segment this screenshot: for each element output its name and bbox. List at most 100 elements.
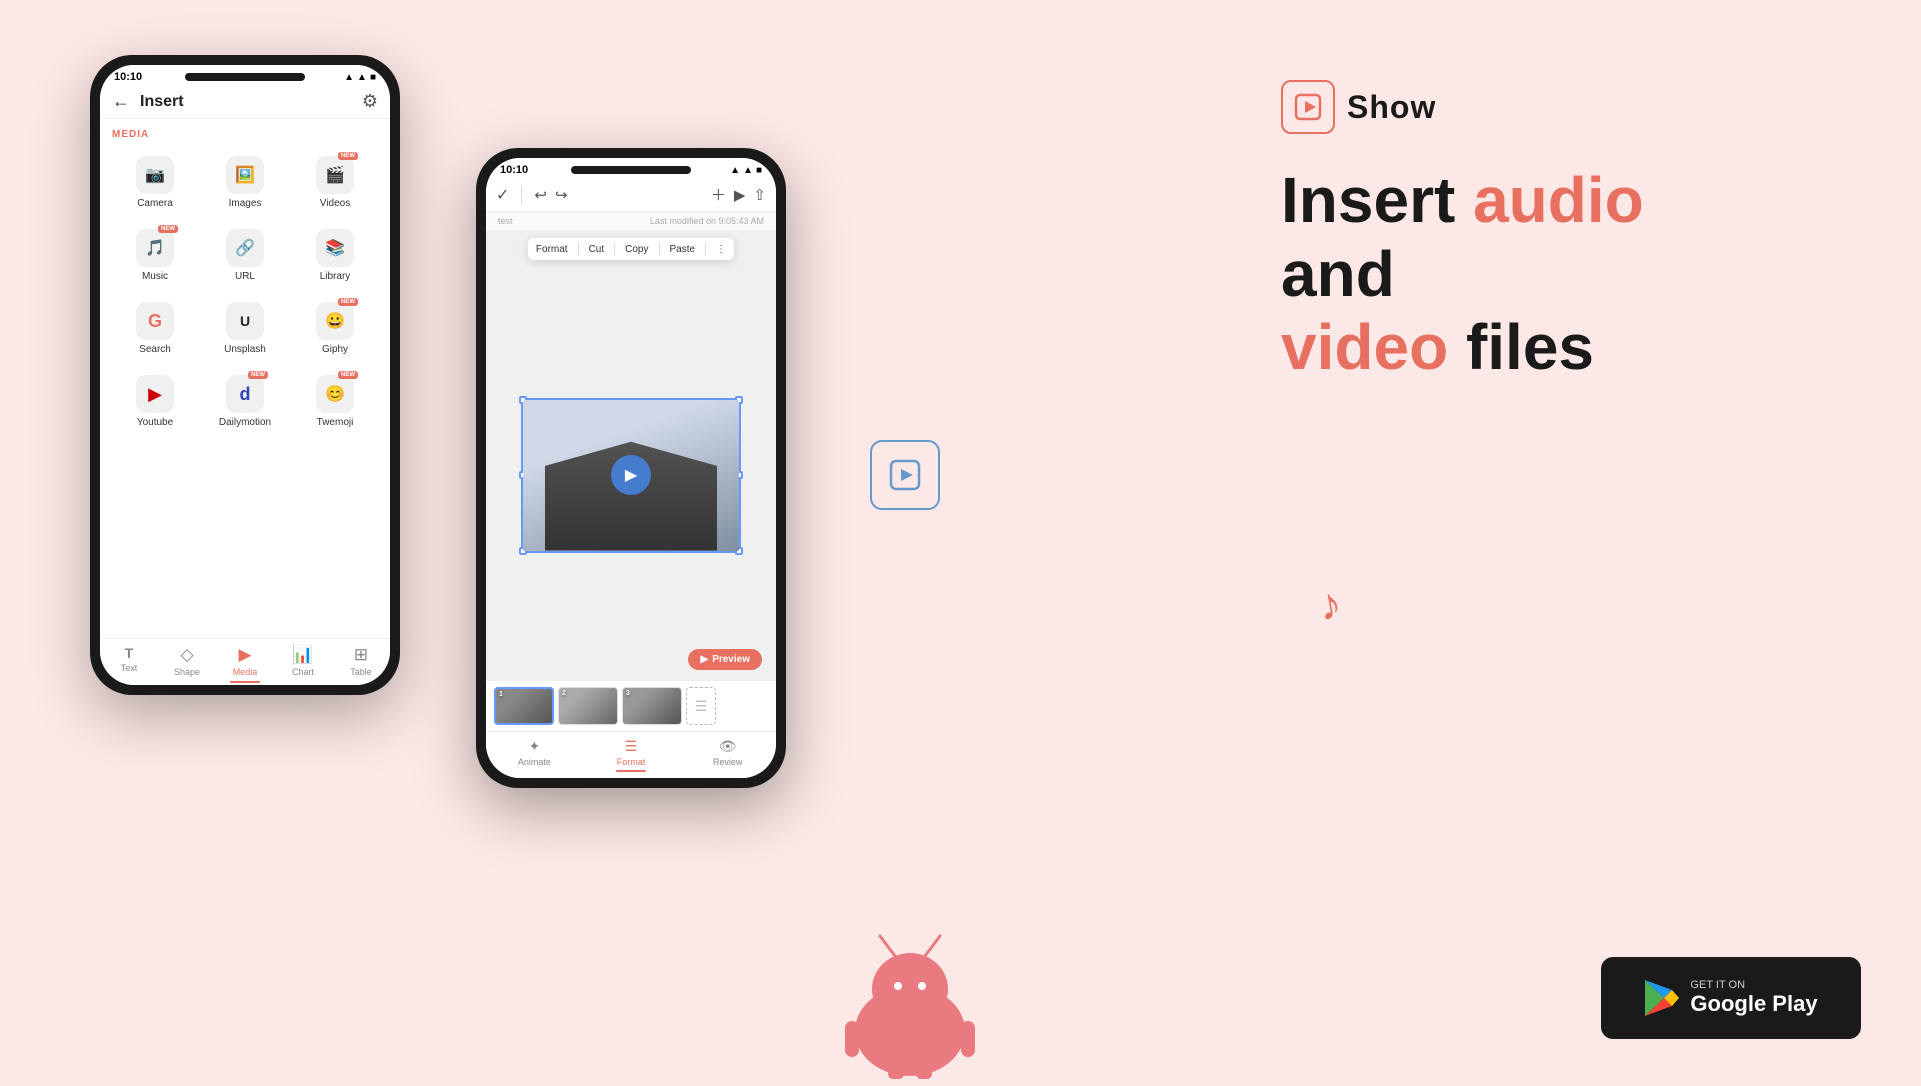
text-nav-icon: T bbox=[125, 645, 134, 661]
headline-insert: Insert bbox=[1281, 164, 1473, 236]
context-sep-3 bbox=[659, 242, 660, 256]
library-icon: 📚 bbox=[316, 229, 354, 267]
preview-button[interactable]: ▶ Preview bbox=[688, 649, 762, 670]
headline-line2: and bbox=[1281, 238, 1841, 312]
slide-frame: ▶ bbox=[521, 398, 741, 553]
settings-icon[interactable]: ⚙ bbox=[362, 91, 378, 112]
tab-review[interactable]: 👁 Review bbox=[679, 736, 776, 774]
main-headline: Insert audio and video files bbox=[1281, 164, 1841, 385]
section-media-label: MEDIA bbox=[112, 129, 378, 140]
tab-active-indicator bbox=[616, 770, 646, 772]
url-label: URL bbox=[235, 271, 255, 282]
slide-thumb-3[interactable]: 3 bbox=[622, 687, 682, 725]
left-phone-screen: 10:10 ▲ ▲ ■ ← Insert ⚙ MEDIA 📷 Camera bbox=[100, 65, 390, 685]
headline-files: files bbox=[1448, 311, 1594, 383]
android-svg bbox=[820, 921, 1000, 1081]
toolbar-separator-1 bbox=[521, 186, 522, 204]
tab-format[interactable]: ☰ Format bbox=[583, 736, 680, 774]
slide-thumb-1[interactable]: 1 bbox=[494, 687, 554, 725]
brand-name-label: Show bbox=[1347, 89, 1436, 126]
signal-icon: ▲ bbox=[344, 72, 354, 83]
video-play-button[interactable]: ▶ bbox=[611, 455, 651, 495]
app-logo-icon bbox=[1281, 80, 1335, 134]
new-badge-music: NEW bbox=[158, 225, 178, 233]
battery-icon-r: ■ bbox=[756, 165, 762, 176]
context-more[interactable]: ⋮ bbox=[716, 244, 726, 255]
insert-item-videos[interactable]: 🎬 NEW Videos bbox=[292, 148, 378, 217]
insert-item-dailymotion[interactable]: d NEW Dailymotion bbox=[202, 367, 288, 436]
google-play-logo-container bbox=[1644, 978, 1680, 1018]
redo-icon[interactable]: ↪ bbox=[555, 186, 568, 204]
shape-nav-icon: ◇ bbox=[180, 645, 193, 665]
editor-filename-bar: test Last modified on 9:05:43 AM bbox=[486, 212, 776, 230]
insert-item-youtube[interactable]: ▶ Youtube bbox=[112, 367, 198, 436]
insert-item-music[interactable]: 🎵 NEW Music bbox=[112, 221, 198, 290]
chart-nav-icon: 📊 bbox=[292, 645, 313, 665]
wifi-icon: ▲ bbox=[357, 72, 367, 83]
headline-line3: video files bbox=[1281, 311, 1841, 385]
floating-music-icon: ♪ bbox=[1315, 578, 1345, 631]
thumb-num-2: 2 bbox=[562, 690, 566, 697]
logo-svg bbox=[1294, 93, 1322, 121]
context-copy[interactable]: Copy bbox=[625, 244, 648, 255]
tab-animate[interactable]: ✦ Animate bbox=[486, 736, 583, 774]
unsplash-label: Unsplash bbox=[224, 344, 266, 355]
floating-video-icon bbox=[870, 440, 940, 510]
share-icon[interactable]: ⇧ bbox=[753, 186, 766, 204]
videos-icon: 🎬 NEW bbox=[316, 156, 354, 194]
giphy-label: Giphy bbox=[322, 344, 348, 355]
confirm-icon[interactable]: ✓ bbox=[496, 185, 509, 205]
signal-icon-r: ▲ bbox=[730, 165, 740, 176]
bottom-tabs-right: ✦ Animate ☰ Format 👁 Review bbox=[486, 731, 776, 778]
context-cut[interactable]: Cut bbox=[589, 244, 605, 255]
slide-edit-area: Format Cut Copy Paste ⋮ ▶ bbox=[486, 230, 776, 680]
unsplash-icon: U bbox=[226, 302, 264, 340]
app-header-left: ← Insert ⚙ bbox=[100, 85, 390, 119]
left-phone: 10:10 ▲ ▲ ■ ← Insert ⚙ MEDIA 📷 Camera bbox=[90, 55, 400, 695]
play-icon[interactable]: ▶ bbox=[734, 186, 746, 204]
insert-item-url[interactable]: 🔗 URL bbox=[202, 221, 288, 290]
nav-chart-label: Chart bbox=[292, 667, 314, 677]
insert-item-library[interactable]: 📚 Library bbox=[292, 221, 378, 290]
slide-thumb-2[interactable]: 2 bbox=[558, 687, 618, 725]
undo-icon[interactable]: ↩ bbox=[534, 186, 547, 204]
google-play-store-name: Google Play bbox=[1690, 991, 1817, 1017]
nav-media-label: Media bbox=[233, 667, 258, 677]
table-nav-icon: ⊞ bbox=[354, 645, 368, 665]
status-icons-right: ▲ ▲ ■ bbox=[730, 165, 762, 176]
insert-content: MEDIA 📷 Camera 🖼️ Images 🎬 NEW bbox=[100, 119, 390, 638]
google-play-badge[interactable]: GET IT ON Google Play bbox=[1601, 957, 1861, 1039]
insert-item-search[interactable]: G Search bbox=[112, 294, 198, 363]
back-button[interactable]: ← bbox=[112, 91, 130, 112]
animate-tab-label: Animate bbox=[518, 757, 551, 767]
context-format[interactable]: Format bbox=[536, 244, 568, 255]
add-icon[interactable]: ＋ bbox=[711, 184, 726, 205]
brand-logo: Show bbox=[1281, 80, 1841, 134]
review-tab-label: Review bbox=[713, 757, 743, 767]
nav-item-text[interactable]: T Text bbox=[100, 645, 158, 683]
insert-item-images[interactable]: 🖼️ Images bbox=[202, 148, 288, 217]
insert-item-camera[interactable]: 📷 Camera bbox=[112, 148, 198, 217]
context-paste[interactable]: Paste bbox=[670, 244, 696, 255]
insert-item-unsplash[interactable]: U Unsplash bbox=[202, 294, 288, 363]
nav-item-table[interactable]: ⊞ Table bbox=[332, 645, 390, 683]
media-nav-icon: ▶ bbox=[238, 645, 251, 665]
nav-item-chart[interactable]: 📊 Chart bbox=[274, 645, 332, 683]
preview-label: Preview bbox=[712, 654, 750, 665]
nav-item-shape[interactable]: ◇ Shape bbox=[158, 645, 216, 683]
status-time-right: 10:10 bbox=[500, 164, 528, 176]
videos-label: Videos bbox=[320, 198, 350, 209]
nav-item-media[interactable]: ▶ Media bbox=[216, 645, 274, 683]
camera-label: Camera bbox=[137, 198, 173, 209]
twemoji-icon: 😊 NEW bbox=[316, 375, 354, 413]
bottom-nav-left: T Text ◇ Shape ▶ Media 📊 Chart ⊞ Table bbox=[100, 638, 390, 685]
new-badge-twemoji: NEW bbox=[338, 371, 358, 379]
right-phone-screen: 10:10 ▲ ▲ ■ ✓ ↩ ↪ ＋ ▶ ⇧ test Last modifi… bbox=[486, 158, 776, 778]
insert-item-twemoji[interactable]: 😊 NEW Twemoji bbox=[292, 367, 378, 436]
thumb-num-3: 3 bbox=[626, 690, 630, 697]
add-slide-button[interactable]: ☰ bbox=[686, 687, 716, 725]
insert-item-giphy[interactable]: 😀 NEW Giphy bbox=[292, 294, 378, 363]
right-phone: 10:10 ▲ ▲ ■ ✓ ↩ ↪ ＋ ▶ ⇧ test Last modifi… bbox=[476, 148, 786, 788]
dailymotion-icon: d NEW bbox=[226, 375, 264, 413]
nav-active-indicator bbox=[230, 681, 260, 683]
